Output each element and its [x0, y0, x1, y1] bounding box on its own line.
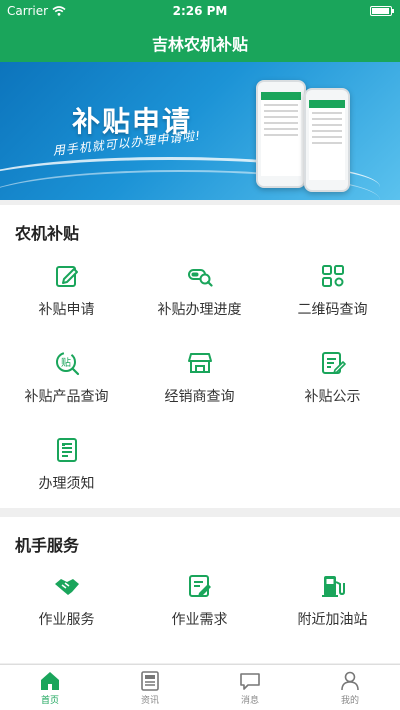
app-screen: Carrier 2:26 PM 吉林农机补贴 补贴申请 用手机就可以办理申请啦!…	[0, 0, 400, 710]
store-icon	[187, 353, 212, 373]
item-label: 补贴办理进度	[157, 302, 242, 318]
item-label: 补贴申请	[38, 302, 95, 318]
gas-station-icon	[321, 576, 345, 597]
progress-search-icon	[187, 269, 213, 287]
item-label: 办理须知	[38, 476, 95, 492]
subsidy-product-query-button[interactable]: 贴 补贴产品查询	[0, 350, 133, 406]
page-title: 吉林农机补贴	[151, 35, 248, 54]
work-service-button[interactable]: 作业服务	[0, 573, 133, 629]
status-bar: Carrier 2:26 PM	[0, 0, 400, 22]
tab-bar: 首页 资讯 消息 我的	[0, 664, 400, 710]
profile-icon	[341, 671, 359, 691]
item-label: 补贴产品查询	[24, 389, 109, 405]
item-label: 附近加油站	[297, 612, 368, 628]
item-label: 经销商查询	[164, 389, 235, 405]
handshake-icon	[54, 579, 79, 595]
edit-icon	[55, 266, 78, 287]
subsidy-announcement-button[interactable]: 补贴公示	[266, 350, 399, 406]
item-label: 二维码查询	[297, 302, 368, 318]
section-title: 农机补贴	[15, 224, 80, 243]
battery-level	[372, 8, 389, 14]
top-bar: Carrier 2:26 PM 吉林农机补贴	[0, 0, 400, 62]
subsidy-apply-button[interactable]: 补贴申请	[0, 263, 133, 319]
notice-icon	[56, 438, 77, 462]
work-demand-button[interactable]: 作业需求	[133, 573, 266, 629]
item-label: 作业需求	[171, 612, 228, 628]
qr-query-button[interactable]: 二维码查询	[266, 263, 399, 319]
svg-text:贴: 贴	[61, 356, 71, 369]
announcement-icon	[321, 352, 346, 374]
phone-illustration-secondary	[304, 88, 350, 192]
tab-label: 我的	[340, 696, 359, 706]
item-label: 作业服务	[38, 612, 95, 628]
tab-label: 消息	[240, 696, 259, 706]
subsidy-progress-button[interactable]: 补贴办理进度	[133, 263, 266, 319]
qr-code-icon	[321, 265, 344, 287]
handling-notice-button[interactable]: 办理须知	[0, 437, 133, 493]
tab-news[interactable]: 资讯	[100, 671, 200, 706]
subsidy-search-icon: 贴	[55, 352, 79, 376]
section-subsidy: 农机补贴 补贴申请 补贴办理进度 二维码查询 贴 补贴产品查询 经销商查询 补贴…	[0, 205, 400, 508]
nearby-gas-station-button[interactable]: 附近加油站	[266, 573, 399, 629]
home-icon	[41, 672, 59, 690]
dealer-query-button[interactable]: 经销商查询	[133, 350, 266, 406]
item-label: 补贴公示	[304, 389, 361, 405]
tab-profile[interactable]: 我的	[300, 671, 400, 706]
demand-icon	[188, 575, 211, 597]
status-time: 2:26 PM	[172, 4, 228, 18]
phone-illustration	[256, 80, 306, 188]
message-icon	[240, 673, 260, 690]
promo-banner[interactable]: 补贴申请 用手机就可以办理申请啦!	[0, 62, 400, 200]
tab-label: 资讯	[140, 696, 159, 706]
tab-home[interactable]: 首页	[0, 671, 100, 706]
tab-label: 首页	[40, 696, 59, 706]
section-operator-service: 机手服务 作业服务 作业需求 附近加油站	[0, 517, 400, 663]
tab-messages[interactable]: 消息	[200, 671, 300, 706]
battery-icon	[370, 6, 394, 16]
news-icon	[141, 671, 159, 691]
section-title: 机手服务	[15, 536, 80, 555]
